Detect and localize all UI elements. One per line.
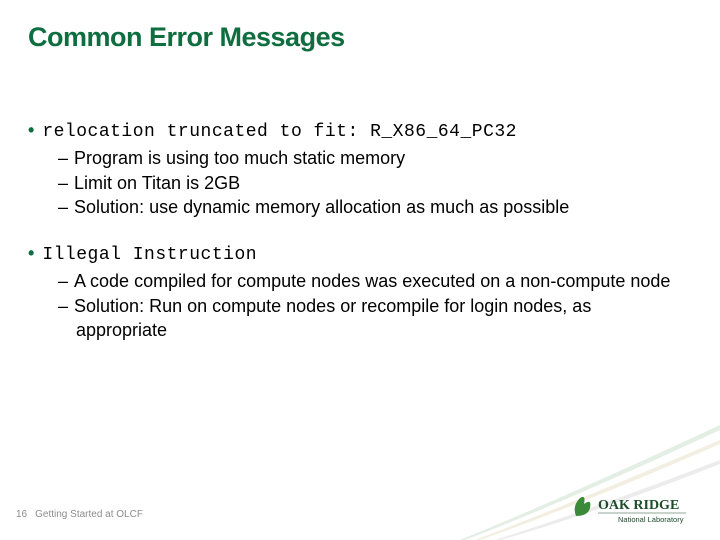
slide: Common Error Messages • relocation trunca…: [0, 0, 720, 540]
bullet-code-text: relocation truncated to fit: R_X86_64_PC…: [42, 122, 517, 142]
sub-bullet: –Limit on Titan is 2GB: [58, 171, 684, 195]
footer-text: Getting Started at OLCF: [35, 509, 143, 520]
sub-bullet-text: Solution: Run on compute nodes or recomp…: [74, 296, 591, 340]
sub-bullet: –A code compiled for compute nodes was e…: [58, 269, 684, 293]
dash-icon: –: [58, 271, 68, 291]
sub-bullet-text: Limit on Titan is 2GB: [74, 173, 240, 193]
sub-bullet: –Program is using too much static memory: [58, 146, 684, 170]
bullet-dot-icon: •: [28, 120, 34, 140]
sub-bullet: –Solution: use dynamic memory allocation…: [58, 195, 684, 219]
sub-bullet-text: Program is using too much static memory: [74, 148, 405, 168]
leaf-icon: [575, 497, 591, 516]
sub-bullet-text: Solution: use dynamic memory allocation …: [74, 197, 569, 217]
content-area: • relocation truncated to fit: R_X86_64_P…: [28, 118, 684, 342]
dash-icon: –: [58, 296, 68, 316]
bullet-item: • relocation truncated to fit: R_X86_64_P…: [28, 118, 684, 144]
logo-sub-text: National Laboratory: [618, 515, 684, 524]
bullet-dot-icon: •: [28, 243, 34, 263]
bullet-code-text: Illegal Instruction: [42, 245, 257, 265]
dash-icon: –: [58, 197, 68, 217]
slide-title: Common Error Messages: [28, 22, 345, 53]
oak-ridge-logo: OAK RIDGE National Laboratory: [570, 492, 690, 528]
dash-icon: –: [58, 173, 68, 193]
sub-bullet: –Solution: Run on compute nodes or recom…: [58, 294, 684, 343]
page-number: 16: [16, 509, 27, 520]
footer: 16 Getting Started at OLCF: [16, 509, 143, 520]
bullet-item: • Illegal Instruction: [28, 241, 684, 267]
dash-icon: –: [58, 148, 68, 168]
logo-top-text: OAK RIDGE: [598, 498, 679, 513]
sub-bullet-text: A code compiled for compute nodes was ex…: [74, 271, 670, 291]
